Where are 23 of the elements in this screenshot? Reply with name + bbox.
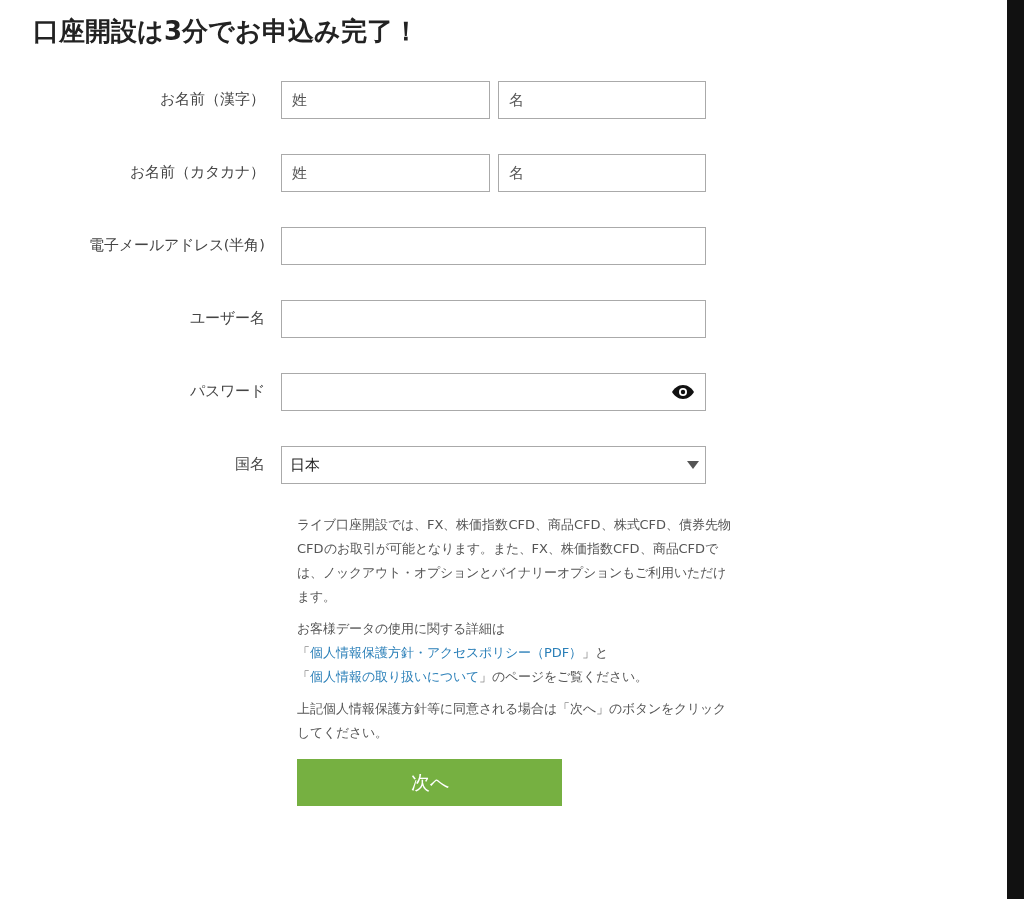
eye-icon[interactable] bbox=[672, 385, 694, 400]
password-field[interactable] bbox=[281, 373, 706, 412]
info-paragraph: ライブ口座開設では、FX、株価指数CFD、商品CFD、株式CFD、債券先物CFDのお取引が可能となります。また、FX、株価指数CFD、商品CFDでは、ノックアウト・オプションとバイナリーオプションもご利用いただけます。 bbox=[297, 516, 733, 607]
field-label: お名前（カタカナ） bbox=[129, 163, 266, 183]
field-label: パスワード bbox=[189, 382, 266, 402]
input-field[interactable] bbox=[281, 227, 706, 266]
field-label: 国名 bbox=[234, 455, 266, 475]
info-paragraph: お客様データの使用に関する詳細は「個人情報保護方針・アクセスポリシー（PDF）」と「個人情報の取り扱いについて」のページをご覧ください。 bbox=[297, 620, 649, 687]
info-paragraph: 上記個人情報保護方針等に同意される場合は「次へ」のボタンをクリックしてください。 bbox=[297, 700, 727, 743]
field-label: 電子メールアドレス(半角) bbox=[87, 236, 266, 256]
input-field[interactable] bbox=[281, 300, 706, 339]
page-title: 口座開設は3分でお申込み完了！ bbox=[32, 15, 421, 48]
country-select[interactable]: 日本 bbox=[281, 446, 706, 485]
caret-icon bbox=[687, 461, 699, 470]
policy-link[interactable]: 個人情報の取り扱いについて bbox=[310, 669, 479, 685]
input-field[interactable]: 姓 bbox=[281, 154, 490, 193]
field-label: お名前（漢字） bbox=[159, 90, 266, 110]
input-field[interactable]: 姓 bbox=[281, 81, 490, 120]
next-button[interactable]: 次へ bbox=[297, 759, 562, 807]
field-label: ユーザー名 bbox=[189, 309, 266, 329]
policy-link[interactable]: 個人情報保護方針・アクセスポリシー（PDF） bbox=[310, 645, 583, 661]
input-field[interactable]: 名 bbox=[497, 154, 706, 193]
input-field[interactable]: 名 bbox=[497, 81, 706, 120]
